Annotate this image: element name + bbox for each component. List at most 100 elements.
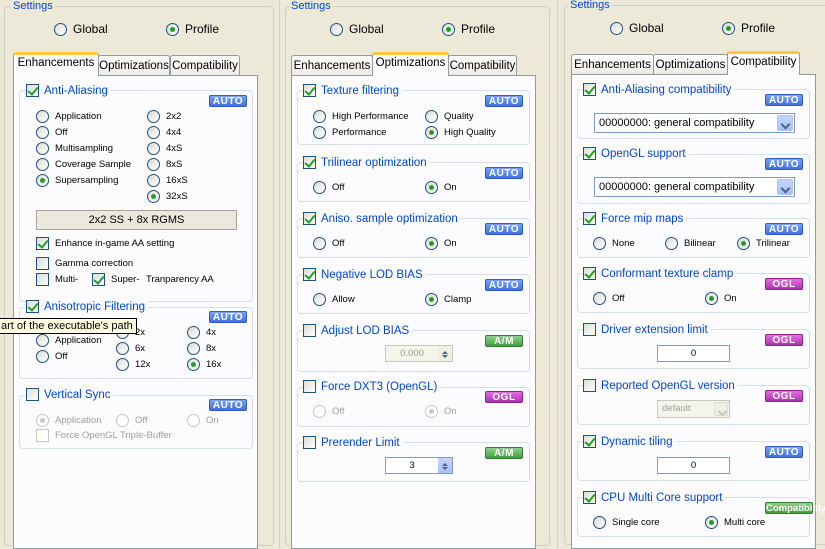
multi-transparency-checkbox[interactable]: Multi- (36, 273, 78, 286)
prerender-spinner[interactable]: 3 (385, 457, 453, 474)
spinner-arrows-icon[interactable] (438, 458, 452, 473)
texture-performance[interactable]: Performance (313, 126, 386, 139)
divider (279, 0, 280, 549)
aa-mode-off[interactable]: Off (36, 126, 68, 139)
spinner-arrows-icon[interactable] (438, 346, 452, 361)
radio-icon (425, 126, 438, 139)
ogl-support-select[interactable]: 00000000: general compatibility (594, 177, 795, 197)
af-level-16x[interactable]: 16x (187, 358, 221, 371)
neg-lod-allow[interactable]: Allow (313, 293, 355, 306)
global-radio[interactable]: Global (54, 22, 108, 36)
tab-compatibility[interactable]: Compatibility (170, 55, 240, 76)
neg-lod-clamp[interactable]: Clamp (425, 293, 471, 306)
aa-compat-select[interactable]: 00000000: general compatibility (594, 113, 795, 133)
clamp-on[interactable]: On (705, 292, 737, 305)
aa-level-2x2[interactable]: 2x2 (147, 110, 181, 123)
global-radio[interactable]: Global (610, 21, 664, 35)
aa-mode-supersampling[interactable]: Supersampling (36, 174, 118, 187)
aa-mode-application[interactable]: Application (36, 110, 101, 123)
aa-compat-title[interactable]: Anti-Aliasing compatibility (583, 83, 735, 96)
af-mode-off[interactable]: Off (36, 350, 68, 363)
single-core-radio[interactable]: Single core (593, 516, 660, 529)
vsync-application[interactable]: Application (36, 414, 101, 427)
chevron-down-icon[interactable] (777, 179, 793, 195)
tab-enhancements[interactable]: Enhancements (13, 52, 99, 76)
chevron-down-icon[interactable] (714, 402, 728, 416)
vsync-title[interactable]: Vertical Sync (26, 388, 114, 401)
trilinear-on[interactable]: On (425, 181, 457, 194)
aa-level-8xs[interactable]: 8xS (147, 158, 182, 171)
tab-optimizations[interactable]: Optimizations (98, 55, 170, 76)
aa-level-4xs[interactable]: 4xS (147, 142, 182, 155)
radio-icon (147, 158, 160, 171)
ogl-support-title[interactable]: OpenGL support (583, 147, 689, 160)
dxt3-title[interactable]: Force DXT3 (OpenGL) (303, 380, 441, 393)
radio-icon (313, 181, 326, 194)
neg-lod-title[interactable]: Negative LOD BIAS (303, 268, 426, 281)
gl-version-title[interactable]: Reported OpenGL version (583, 379, 738, 392)
tab-optimizations[interactable]: Optimizations (653, 54, 728, 75)
lod-bias-spinner[interactable]: 0.000 (385, 345, 453, 362)
vsync-off[interactable]: Off (116, 414, 148, 427)
aniso-opt-title[interactable]: Aniso. sample optimization (303, 212, 461, 225)
radio-icon (187, 326, 200, 339)
tiling-title[interactable]: Dynamic tiling (583, 435, 676, 448)
mip-none[interactable]: None (593, 237, 635, 250)
vsync-on[interactable]: On (187, 414, 219, 427)
aa-mode-multisampling[interactable]: Multisampling (36, 142, 113, 155)
checkbox-icon (583, 212, 596, 225)
prerender-title[interactable]: Prerender Limit (303, 436, 403, 449)
checkbox-icon (26, 388, 39, 401)
multi-core-radio[interactable]: Multi core (705, 516, 765, 529)
tab-enhancements[interactable]: Enhancements (571, 54, 654, 75)
af-level-6x[interactable]: 6x (116, 342, 145, 355)
aa-level-4x4[interactable]: 4x4 (147, 126, 181, 139)
clamp-off[interactable]: Off (593, 292, 625, 305)
trilinear-title[interactable]: Trilinear optimization (303, 156, 430, 169)
dxt3-off[interactable]: Off (313, 405, 345, 418)
tab-enhancements[interactable]: Enhancements (291, 55, 373, 76)
mip-trilinear[interactable]: Trilinear (737, 237, 790, 250)
af-level-8x[interactable]: 8x (187, 342, 216, 355)
profile-radio[interactable]: Profile (442, 22, 495, 36)
trilinear-off[interactable]: Off (313, 181, 345, 194)
af-mode-application[interactable]: Application (36, 334, 101, 347)
aa-mode-coverage[interactable]: Coverage Sample (36, 158, 131, 171)
texture-high-performance[interactable]: High Performance (313, 110, 409, 123)
af-title[interactable]: Anisotropic Filtering (26, 300, 148, 313)
auto-badge: AUTO (485, 223, 523, 235)
af-level-4x[interactable]: 4x (187, 326, 216, 339)
ext-limit-title[interactable]: Driver extension limit (583, 323, 711, 336)
tiling-input[interactable]: 0 (657, 457, 730, 474)
tab-compatibility[interactable]: Compatibility (448, 55, 517, 76)
gamma-correction-checkbox[interactable]: Gamma correction (36, 257, 133, 270)
af-level-12x[interactable]: 12x (116, 358, 150, 371)
profile-radio[interactable]: Profile (166, 22, 219, 36)
triple-buffer-checkbox[interactable]: Force OpenGL Triple-Buffer (36, 429, 172, 442)
global-radio[interactable]: Global (330, 22, 384, 36)
aa-level-32xs[interactable]: 32xS (147, 190, 188, 203)
aniso-opt-off[interactable]: Off (313, 237, 345, 250)
texture-quality[interactable]: Quality (425, 110, 474, 123)
mip-title[interactable]: Force mip maps (583, 212, 687, 225)
tab-compatibility[interactable]: Compatibility (727, 51, 800, 75)
adjust-lod-title[interactable]: Adjust LOD BIAS (303, 324, 413, 337)
aa-title[interactable]: Anti-Aliasing (26, 84, 111, 97)
mip-bilinear[interactable]: Bilinear (665, 237, 716, 250)
multicore-title[interactable]: CPU Multi Core support (583, 491, 726, 504)
tab-optimizations[interactable]: Optimizations (372, 52, 449, 76)
ext-limit-input[interactable]: 0 (657, 345, 730, 362)
dxt3-on[interactable]: On (425, 405, 457, 418)
radio-icon (313, 110, 326, 123)
profile-radio[interactable]: Profile (722, 21, 775, 35)
texture-filtering-title[interactable]: Texture filtering (303, 84, 402, 97)
chevron-down-icon[interactable] (777, 115, 793, 131)
super-transparency-checkbox[interactable]: Super- (92, 273, 140, 286)
aniso-opt-on[interactable]: On (425, 237, 457, 250)
radio-icon (330, 22, 343, 36)
clamp-title[interactable]: Conformant texture clamp (583, 267, 737, 280)
enhance-aa-checkbox[interactable]: Enhance in-game AA setting (36, 237, 174, 250)
gl-version-select[interactable]: default (657, 400, 730, 418)
texture-high-quality[interactable]: High Quality (425, 126, 496, 139)
aa-level-16xs[interactable]: 16xS (147, 174, 188, 187)
